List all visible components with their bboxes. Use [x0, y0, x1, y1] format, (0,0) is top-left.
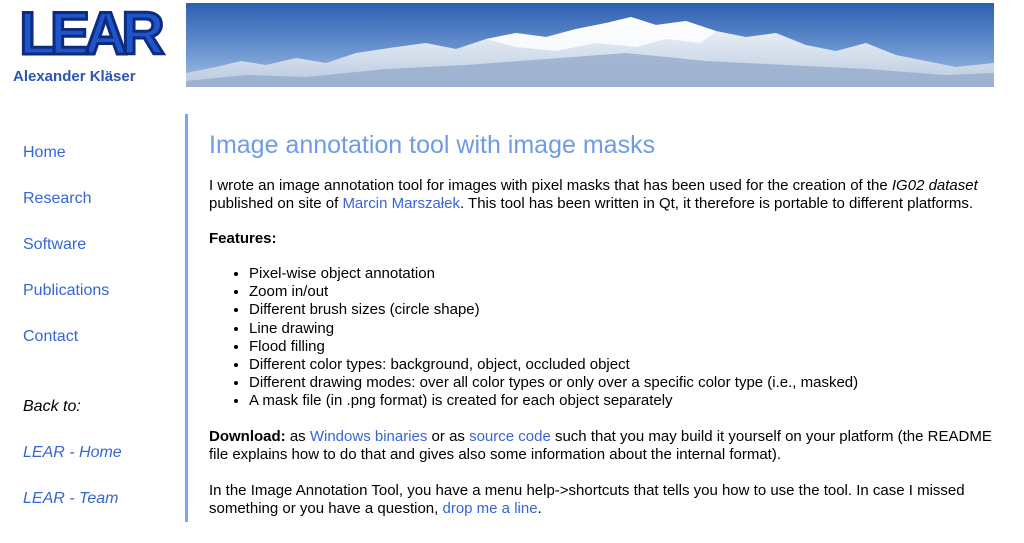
list-item: Different drawing modes: over all color …	[249, 374, 999, 392]
list-item: Different brush sizes (circle shape)	[249, 301, 999, 319]
lear-logo[interactable]: LEAR	[12, 4, 166, 62]
list-item: A mask file (in .png format) is created …	[249, 392, 999, 410]
sidebar-item-contact[interactable]: Contact	[23, 327, 173, 373]
marcin-marszalek-link[interactable]: Marcin Marszałek	[342, 195, 460, 212]
download-text: or as	[427, 427, 470, 445]
back-to-label: Back to:	[23, 398, 81, 415]
features-heading: Features:	[209, 230, 277, 247]
intro-text: . This tool has been written in Qt, it t…	[459, 195, 974, 212]
intro-text: I wrote an image annotation tool for ima…	[209, 177, 892, 194]
download-label: Download:	[209, 427, 286, 445]
sidebar-item-publications[interactable]: Publications	[23, 281, 173, 327]
usage-paragraph: In the Image Annotation Tool, you have a…	[209, 482, 999, 518]
dataset-name: IG02 dataset	[891, 177, 978, 194]
sidebar-item-home[interactable]: Home	[23, 143, 173, 189]
download-paragraph: Download: as Windows binaries or as sour…	[209, 428, 999, 464]
list-item: Zoom in/out	[249, 283, 999, 301]
source-code-link[interactable]: source code	[469, 428, 551, 445]
sidebar-item-software[interactable]: Software	[23, 235, 173, 281]
intro-text: published on site of	[209, 195, 343, 212]
author-name: Alexander Kläser	[13, 68, 136, 85]
list-item: Pixel-wise object annotation	[249, 265, 999, 283]
sidebar-nav: Home Research Software Publications Cont…	[23, 143, 173, 535]
main-content: Image annotation tool with image masks I…	[209, 130, 999, 518]
lear-home-link[interactable]: LEAR - Home	[23, 443, 173, 489]
vertical-divider	[185, 114, 188, 522]
features-list: Pixel-wise object annotation Zoom in/out…	[209, 265, 999, 411]
list-item: Different color types: background, objec…	[249, 356, 999, 374]
logo-text: LEAR	[19, 4, 164, 62]
list-item: Flood filling	[249, 338, 999, 356]
usage-text: .	[537, 499, 542, 517]
list-item: Line drawing	[249, 320, 999, 338]
download-text: as	[285, 427, 310, 445]
lear-team-link[interactable]: LEAR - Team	[23, 489, 173, 535]
usage-text: In the Image Annotation Tool, you have a…	[209, 481, 965, 517]
page-title: Image annotation tool with image masks	[209, 131, 656, 159]
sidebar-item-research[interactable]: Research	[23, 189, 173, 235]
intro-paragraph: I wrote an image annotation tool for ima…	[209, 177, 999, 213]
drop-me-a-line-link[interactable]: drop me a line	[442, 500, 537, 517]
windows-binaries-link[interactable]: Windows binaries	[310, 428, 428, 445]
mountain-banner-image	[186, 3, 994, 87]
